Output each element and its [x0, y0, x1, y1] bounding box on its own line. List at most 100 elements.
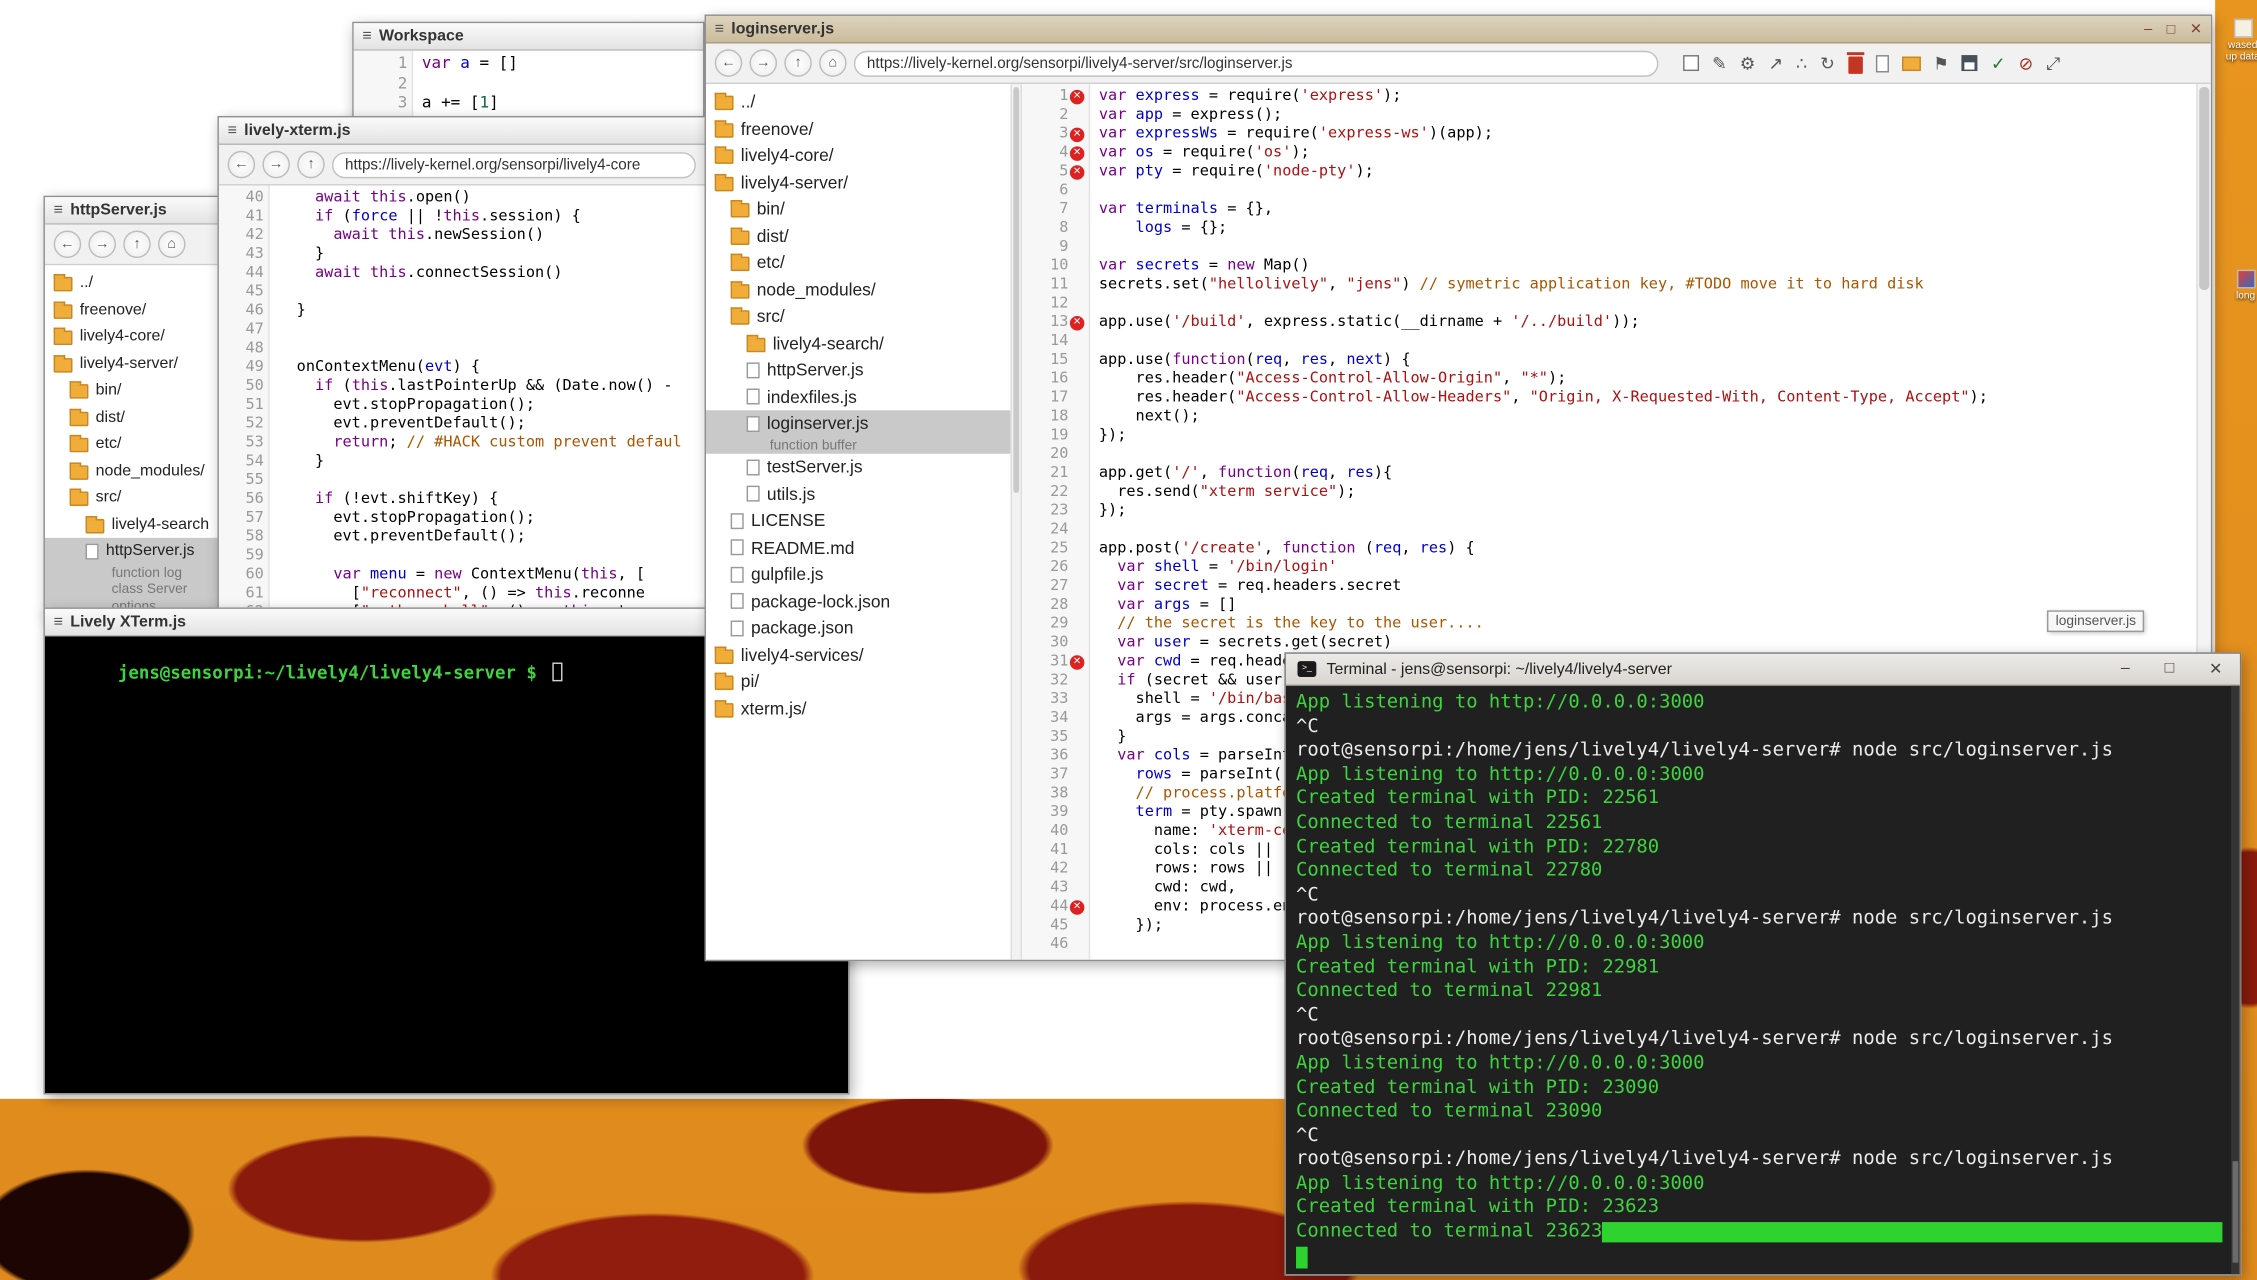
- forward-button[interactable]: →: [262, 151, 290, 179]
- back-button[interactable]: ←: [228, 151, 256, 179]
- tree-item[interactable]: lively4-server/: [45, 350, 223, 377]
- forward-button[interactable]: →: [88, 231, 116, 259]
- url-input[interactable]: https://lively-kernel.org/sensorpi/livel…: [854, 50, 1659, 76]
- maximize-button[interactable]: □: [2167, 21, 2176, 37]
- tree-item[interactable]: bin/: [45, 377, 223, 404]
- tree-item[interactable]: httpServer.jsfunction logclass Serveropt…: [45, 538, 223, 615]
- tree-item[interactable]: lively4-services/: [706, 641, 1010, 668]
- line-number-text: 52: [245, 415, 263, 434]
- tree-item[interactable]: src/: [706, 303, 1010, 330]
- tree-item[interactable]: lively4-core/: [45, 323, 223, 350]
- tree-item[interactable]: xterm.js/: [706, 695, 1010, 722]
- loginserver-titlebar[interactable]: ≡ loginserver.js – □ ✕: [706, 16, 2211, 44]
- tree-item[interactable]: src/: [45, 484, 223, 511]
- new-folder-icon[interactable]: [1901, 56, 1920, 70]
- code-line: 43 }: [219, 245, 705, 264]
- tree-item[interactable]: package.json: [706, 615, 1010, 642]
- workspace-titlebar[interactable]: ≡ Workspace: [354, 23, 703, 51]
- tree-item[interactable]: ../: [45, 270, 223, 297]
- new-file-icon[interactable]: [1875, 54, 1888, 71]
- desktop-icon[interactable]: wased up data: [2224, 19, 2257, 64]
- tree-item[interactable]: node_modules/: [706, 276, 1010, 303]
- scrollbar-thumb[interactable]: [2199, 87, 2209, 290]
- tree-item[interactable]: httpServer.js: [706, 357, 1010, 384]
- up-button[interactable]: ↑: [123, 231, 151, 259]
- graph-icon[interactable]: ∴: [1796, 53, 1807, 73]
- tree-item[interactable]: utils.js: [706, 481, 1010, 508]
- minimize-button[interactable]: –: [2121, 660, 2130, 679]
- brush-icon[interactable]: ✎: [1712, 53, 1727, 73]
- tree-item[interactable]: lively4-search/: [706, 330, 1010, 357]
- desktop-icon[interactable]: long: [2227, 270, 2257, 303]
- tree-item[interactable]: README.md: [706, 534, 1010, 561]
- code-editor[interactable]: 40 await this.open()41 if (force || !thi…: [219, 186, 705, 608]
- menu-icon[interactable]: ≡: [54, 613, 63, 630]
- code-line: 8 logs = {};: [1022, 219, 2196, 238]
- lively-xterm-titlebar[interactable]: ≡ lively-xterm.js: [219, 117, 705, 145]
- line-number: 44✕: [1022, 897, 1089, 916]
- sidebar-scrollbar[interactable]: [1010, 84, 1022, 960]
- tree-item[interactable]: lively4-server/: [706, 169, 1010, 196]
- up-button[interactable]: ↑: [784, 49, 812, 77]
- minimize-button[interactable]: –: [2144, 21, 2152, 37]
- tree-item[interactable]: dist/: [45, 404, 223, 431]
- tree-item[interactable]: dist/: [706, 223, 1010, 250]
- refresh-icon[interactable]: ↻: [1820, 53, 1835, 73]
- gears-icon[interactable]: ⚙: [1740, 53, 1756, 73]
- terminal-output[interactable]: App listening to http://0.0.0.0:3000^Cro…: [1286, 686, 2240, 1275]
- close-button[interactable]: ✕: [2190, 21, 2202, 37]
- cancel-icon[interactable]: ⊘: [2019, 53, 2034, 73]
- scrollbar-thumb[interactable]: [2233, 1161, 2239, 1262]
- code-line: 17 res.header("Access-Control-Allow-Head…: [1022, 389, 2196, 408]
- maximize-button[interactable]: □: [2165, 660, 2175, 679]
- window-terminal[interactable]: >_ Terminal - jens@sensorpi: ~/lively4/l…: [1284, 652, 2241, 1275]
- tree-item[interactable]: freenove/: [706, 115, 1010, 142]
- tree-item[interactable]: lively4-core/: [706, 142, 1010, 169]
- tree-item[interactable]: ../: [706, 88, 1010, 115]
- select-mode-icon[interactable]: [1683, 55, 1699, 71]
- menu-icon[interactable]: ≡: [54, 202, 63, 219]
- tree-item[interactable]: LICENSE: [706, 507, 1010, 534]
- tree-item[interactable]: gulpfile.js: [706, 561, 1010, 588]
- scrollbar-thumb[interactable]: [1013, 87, 1019, 493]
- forward-button[interactable]: →: [749, 49, 777, 77]
- tree-item[interactable]: node_modules/: [45, 457, 223, 484]
- close-button[interactable]: ✕: [2209, 660, 2222, 679]
- url-input[interactable]: https://lively-kernel.org/sensorpi/livel…: [332, 151, 696, 177]
- tree-item[interactable]: etc/: [45, 431, 223, 458]
- home-button[interactable]: ⌂: [819, 49, 847, 77]
- accept-icon[interactable]: ✓: [1991, 53, 2006, 73]
- terminal-scrollbar[interactable]: [2231, 686, 2240, 1275]
- tree-item[interactable]: pi/: [706, 668, 1010, 695]
- tree-item[interactable]: lively4-search: [45, 511, 223, 538]
- tree-item[interactable]: bin/: [706, 196, 1010, 223]
- window-httpserver[interactable]: ≡ httpServer.js ← → ↑ ⌂ ../freenove/live…: [43, 196, 224, 616]
- back-button[interactable]: ←: [715, 49, 743, 77]
- tree-item-label: src/: [96, 489, 122, 506]
- tree-item[interactable]: indexfiles.js: [706, 383, 1010, 410]
- file-icon: [2233, 19, 2252, 38]
- file-tree[interactable]: ../freenove/lively4-core/lively4-server/…: [706, 84, 1010, 960]
- tree-item[interactable]: package-lock.json: [706, 588, 1010, 615]
- open-external-icon[interactable]: ↗: [1768, 53, 1783, 73]
- save-icon[interactable]: [1962, 55, 1978, 71]
- line-number-text: 2: [398, 73, 408, 93]
- back-button[interactable]: ←: [54, 231, 82, 259]
- httpserver-titlebar[interactable]: ≡ httpServer.js: [45, 197, 223, 225]
- tree-item[interactable]: loginserver.jsfunction buffer: [706, 410, 1010, 453]
- up-button[interactable]: ↑: [297, 151, 325, 179]
- menu-icon[interactable]: ≡: [228, 122, 237, 139]
- file-tree[interactable]: ../freenove/lively4-core/lively4-server/…: [45, 265, 223, 614]
- tree-item[interactable]: testServer.js: [706, 454, 1010, 481]
- flag-icon[interactable]: ⚑: [1933, 53, 1949, 73]
- trash-icon[interactable]: [1848, 56, 1862, 73]
- terminal-titlebar[interactable]: >_ Terminal - jens@sensorpi: ~/lively4/l…: [1286, 654, 2240, 686]
- menu-icon[interactable]: ≡: [715, 20, 724, 37]
- home-button[interactable]: ⌂: [158, 231, 186, 259]
- line-number-text: 35: [1050, 728, 1068, 747]
- window-lively-xterm-editor[interactable]: ≡ lively-xterm.js ← → ↑ https://lively-k…: [217, 116, 706, 609]
- fullscreen-icon[interactable]: ⤢: [2046, 53, 2060, 73]
- tree-item[interactable]: etc/: [706, 249, 1010, 276]
- tree-item[interactable]: freenove/: [45, 296, 223, 323]
- menu-icon[interactable]: ≡: [362, 28, 371, 45]
